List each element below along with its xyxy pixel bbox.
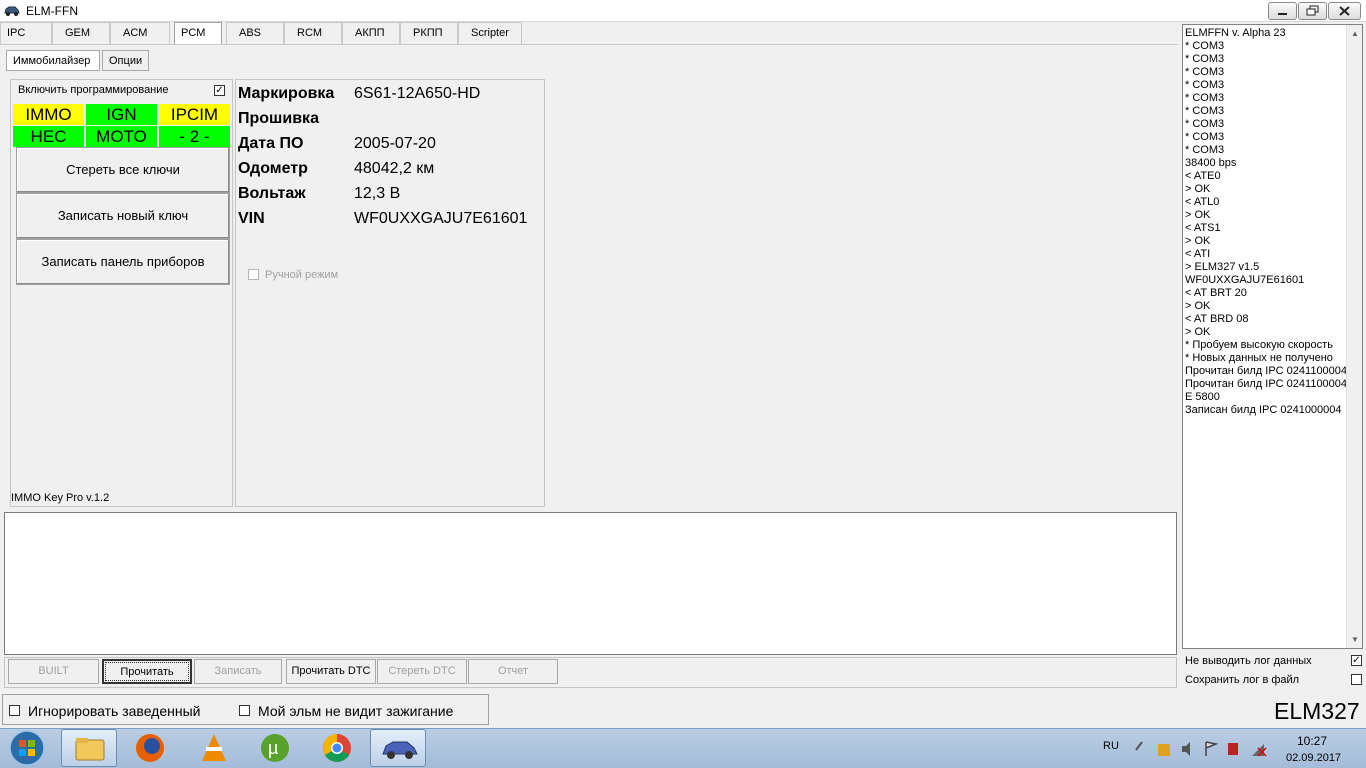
write-new-key-button[interactable]: Записать новый ключ	[16, 193, 230, 239]
no-log-checkbox[interactable]: ✓	[1351, 655, 1362, 666]
tab-pcm[interactable]: PCM	[174, 22, 222, 45]
erase-all-keys-button[interactable]: Стереть все ключи	[16, 147, 230, 193]
status-count: - 2 -	[159, 126, 230, 147]
voltage-label: Вольтаж	[238, 185, 306, 202]
close-button[interactable]	[1328, 2, 1361, 20]
close-icon	[1339, 6, 1350, 16]
no-log-label: Не выводить лог данных	[1185, 655, 1312, 667]
firefox-icon	[136, 734, 164, 762]
taskbar-chrome[interactable]	[309, 729, 365, 767]
subtab-options[interactable]: Опции	[102, 50, 149, 71]
read-dtc-button[interactable]: Прочитать DTC	[286, 659, 376, 684]
title-bar	[0, 0, 1366, 22]
manual-mode-checkbox	[248, 269, 259, 280]
taskbar-vlc[interactable]	[186, 729, 242, 767]
enable-programming-label: Включить программирование	[18, 84, 169, 96]
restore-icon	[1306, 5, 1319, 16]
odometer-label: Одометр	[238, 160, 308, 177]
restore-button[interactable]	[1298, 2, 1327, 20]
status-immo: IMMO	[13, 104, 84, 125]
sw-date-value: 2005-07-20	[354, 135, 436, 152]
version-label: IMMO Key Pro v.1.2	[11, 492, 110, 504]
minimize-icon	[1278, 13, 1287, 15]
car-icon	[382, 741, 418, 759]
scroll-up-icon[interactable]: ▲	[1347, 25, 1363, 42]
write-button[interactable]: Записать	[194, 659, 282, 684]
enable-programming-checkbox[interactable]: ✓	[214, 85, 225, 96]
clock-date[interactable]: 02.09.2017	[1286, 752, 1341, 764]
window-title: ELM-FFN	[26, 4, 78, 18]
tab-ipc[interactable]: IPC	[0, 22, 52, 44]
utorrent-icon: µ	[261, 734, 289, 762]
no-ignition-label: Мой эльм не видит зажигание	[258, 703, 454, 719]
tab-rcm[interactable]: RCM	[284, 22, 342, 44]
scroll-down-icon[interactable]: ▼	[1347, 631, 1363, 648]
status-hec: HEC	[13, 126, 84, 147]
tab-divider	[0, 44, 1178, 45]
built-button[interactable]: BUILT	[8, 659, 99, 684]
tray-icons[interactable]	[1134, 740, 1274, 758]
vin-label: VIN	[238, 210, 265, 227]
write-cluster-button[interactable]: Записать панель приборов	[16, 239, 230, 285]
ignore-started-checkbox[interactable]	[9, 705, 20, 716]
taskbar-firefox[interactable]	[122, 729, 178, 767]
language-indicator[interactable]: RU	[1103, 740, 1119, 752]
tab-akpp[interactable]: АКПП	[342, 22, 400, 44]
no-ignition-checkbox[interactable]	[239, 705, 250, 716]
odometer-value: 48042,2 км	[354, 160, 435, 177]
log-text: ELMFFN v. Alpha 23 * COM3 * COM3 * COM3 …	[1185, 27, 1348, 416]
save-log-label: Сохранить лог в файл	[1185, 674, 1300, 686]
taskbar-utorrent[interactable]: µ	[247, 729, 303, 767]
vlc-icon	[202, 734, 226, 761]
sw-date-label: Дата ПО	[238, 135, 304, 152]
log-scrollbar[interactable]: ▲ ▼	[1346, 25, 1362, 648]
adapter-label: ELM327	[1274, 698, 1360, 724]
tab-rkpp[interactable]: РКПП	[400, 22, 458, 44]
ignore-started-label: Игнорировать заведенный	[28, 703, 201, 719]
clock-time[interactable]: 10:27	[1297, 734, 1327, 748]
chrome-icon	[323, 734, 351, 762]
minimize-button[interactable]	[1268, 2, 1297, 20]
read-button[interactable]: Прочитать	[102, 659, 192, 684]
tab-gem[interactable]: GEM	[52, 22, 110, 44]
voltage-value: 12,3 В	[354, 185, 401, 202]
taskbar-elmffn[interactable]	[370, 729, 426, 767]
tab-acm[interactable]: ACM	[110, 22, 170, 44]
marking-value: 6S61-12A650-HD	[354, 85, 481, 102]
marking-label: Маркировка	[238, 85, 335, 102]
erase-dtc-button[interactable]: Стереть DTC	[377, 659, 467, 684]
save-log-checkbox[interactable]	[1351, 674, 1362, 685]
status-ign: IGN	[86, 104, 157, 125]
manual-mode-label: Ручной режим	[265, 269, 339, 281]
taskbar-explorer[interactable]	[61, 729, 117, 767]
car-app-icon	[4, 6, 20, 16]
tab-scripter[interactable]: Scripter	[458, 22, 522, 44]
subtab-immobilizer[interactable]: Иммобилайзер	[6, 50, 100, 71]
status-moto: MOTO	[86, 126, 157, 147]
start-button[interactable]	[4, 729, 50, 767]
log-panel[interactable]: ELMFFN v. Alpha 23 * COM3 * COM3 * COM3 …	[1182, 24, 1363, 649]
folder-icon	[75, 738, 105, 761]
firmware-label: Прошивка	[238, 110, 319, 127]
report-button[interactable]: Отчет	[468, 659, 558, 684]
output-textarea[interactable]	[4, 512, 1177, 655]
status-ipcim: IPCIM	[159, 104, 230, 125]
svg-text:µ: µ	[268, 738, 278, 758]
tab-abs[interactable]: ABS	[226, 22, 284, 44]
vin-value: WF0UXXGAJU7E61601	[354, 210, 528, 227]
